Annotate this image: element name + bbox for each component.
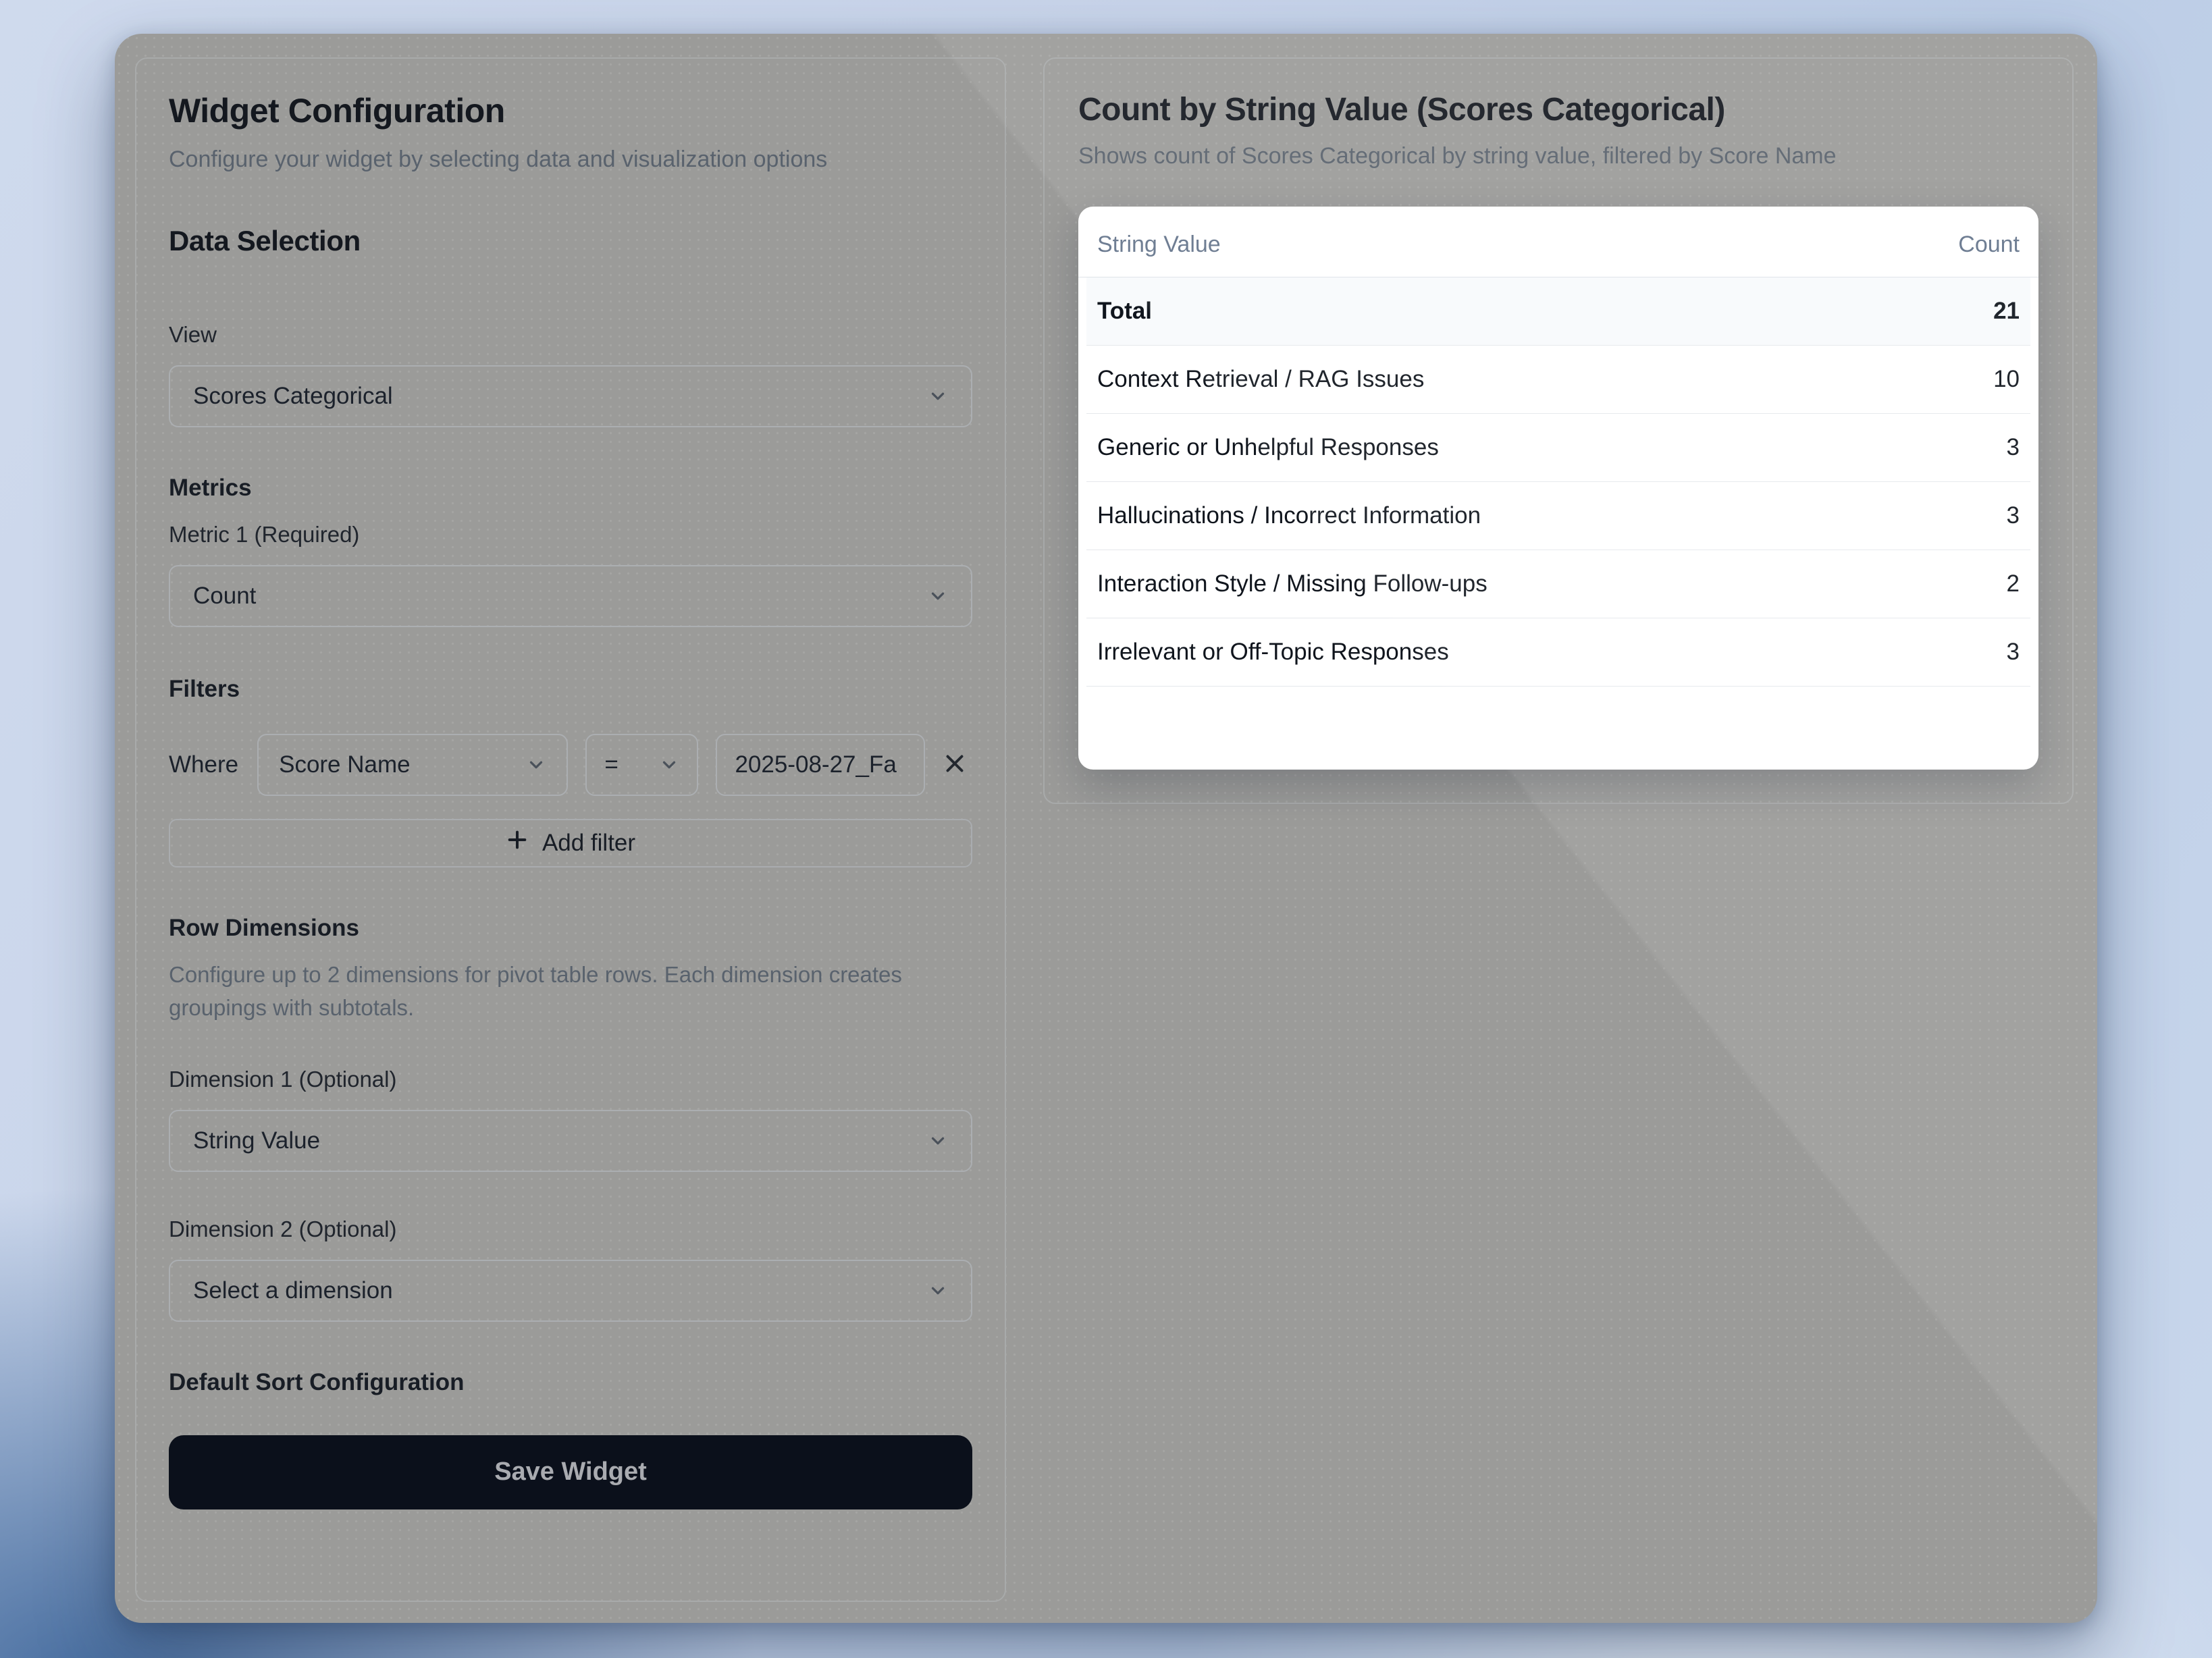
- row-count: 10: [1993, 366, 2020, 393]
- row-count: 3: [2007, 639, 2020, 666]
- row-label: Irrelevant or Off-Topic Responses: [1097, 639, 1449, 666]
- column-header-string-value: String Value: [1097, 232, 1221, 258]
- chevron-down-icon: [526, 755, 546, 775]
- dimension1-label: Dimension 1 (Optional): [169, 1067, 972, 1092]
- filter-row: Where Score Name = 2025-08-27_Fa: [169, 734, 972, 796]
- chevron-down-icon: [928, 386, 948, 406]
- table-row: Context Retrieval / RAG Issues 10: [1086, 346, 2030, 414]
- dimension2-select[interactable]: Select a dimension: [169, 1260, 972, 1322]
- view-label: View: [169, 322, 972, 348]
- add-filter-label: Add filter: [542, 830, 635, 857]
- row-dimensions-heading: Row Dimensions: [169, 915, 972, 942]
- widget-configuration-panel: Widget Configuration Configure your widg…: [135, 57, 1006, 1602]
- where-label: Where: [169, 751, 238, 778]
- metrics-heading: Metrics: [169, 475, 972, 502]
- table-body: Total 21 Context Retrieval / RAG Issues 10 G…: [1078, 277, 2038, 687]
- row-count: 21: [1993, 298, 2020, 325]
- dimension2-label: Dimension 2 (Optional): [169, 1216, 972, 1242]
- view-select[interactable]: Scores Categorical: [169, 365, 972, 427]
- chevron-down-icon: [928, 1131, 948, 1151]
- metric1-select[interactable]: Count: [169, 565, 972, 627]
- row-count: 3: [2007, 502, 2020, 529]
- save-widget-button[interactable]: Save Widget: [169, 1435, 972, 1509]
- widget-preview-panel: Count by String Value (Scores Categorica…: [1043, 57, 2074, 804]
- row-label: Generic or Unhelpful Responses: [1097, 434, 1439, 461]
- close-icon: [943, 751, 967, 778]
- table-row: Generic or Unhelpful Responses 3: [1086, 414, 2030, 482]
- row-label: Interaction Style / Missing Follow-ups: [1097, 570, 1487, 597]
- metric1-select-value: Count: [193, 583, 256, 610]
- chevron-down-icon: [928, 586, 948, 606]
- page-title: Widget Configuration: [169, 91, 972, 130]
- row-label: Hallucinations / Incorrect Information: [1097, 502, 1481, 529]
- filter-column-select[interactable]: Score Name: [257, 734, 568, 796]
- remove-filter-button[interactable]: [937, 746, 972, 784]
- row-count: 2: [2007, 570, 2020, 597]
- table-row: Irrelevant or Off-Topic Responses 3: [1086, 618, 2030, 687]
- chevron-down-icon: [659, 755, 679, 775]
- filter-column-value: Score Name: [279, 751, 411, 778]
- table-row: Hallucinations / Incorrect Information 3: [1086, 482, 2030, 550]
- chevron-down-icon: [928, 1281, 948, 1301]
- preview-subtitle: Shows count of Scores Categorical by str…: [1078, 139, 2024, 174]
- dimension1-select[interactable]: String Value: [169, 1110, 972, 1172]
- page-subtitle: Configure your widget by selecting data …: [169, 142, 952, 178]
- row-dimensions-description: Configure up to 2 dimensions for pivot t…: [169, 958, 955, 1025]
- filter-value-input[interactable]: 2025-08-27_Fa: [716, 734, 925, 796]
- filter-operator-value: =: [604, 751, 618, 778]
- table-row: Interaction Style / Missing Follow-ups 2: [1086, 550, 2030, 618]
- preview-title: Count by String Value (Scores Categorica…: [1078, 91, 2038, 128]
- filters-heading: Filters: [169, 676, 972, 703]
- default-sort-heading: Default Sort Configuration: [169, 1369, 972, 1396]
- filter-operator-select[interactable]: =: [585, 734, 698, 796]
- plus-icon: [506, 828, 529, 857]
- dimension1-select-value: String Value: [193, 1127, 320, 1154]
- view-select-value: Scores Categorical: [193, 383, 393, 410]
- data-selection-heading: Data Selection: [169, 225, 972, 257]
- table-header-row: String Value Count: [1078, 207, 2038, 277]
- column-header-count: Count: [1958, 232, 2020, 258]
- pivot-table-card: String Value Count Total 21 Context Retrie…: [1078, 207, 2038, 770]
- metric1-label: Metric 1 (Required): [169, 522, 972, 547]
- row-label: Total: [1097, 298, 1152, 325]
- table-row: Total 21: [1086, 277, 2030, 346]
- widget-configuration-dialog: Widget Configuration Configure your widg…: [115, 34, 2097, 1623]
- add-filter-button[interactable]: Add filter: [169, 819, 972, 867]
- dimension2-select-value: Select a dimension: [193, 1277, 393, 1304]
- row-count: 3: [2007, 434, 2020, 461]
- row-label: Context Retrieval / RAG Issues: [1097, 366, 1424, 393]
